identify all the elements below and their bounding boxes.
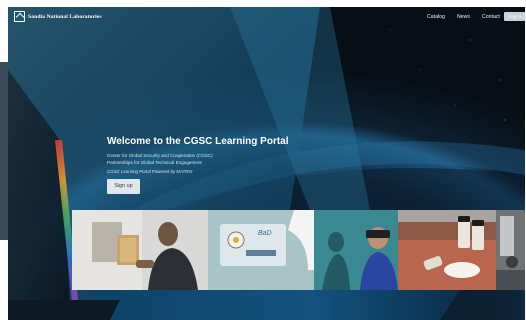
nav-contact[interactable]: Contact xyxy=(482,14,500,20)
hero-content: Welcome to the CGSC Learning Portal Cent… xyxy=(107,136,347,174)
nav-news[interactable]: News xyxy=(457,14,470,20)
hero-title: Welcome to the CGSC Learning Portal xyxy=(107,136,289,147)
top-nav-bar: Sandia National Laboratories Catalog New… xyxy=(8,7,525,27)
hero-subtitle-line2: Partnerships for Global Technical Engage… xyxy=(107,159,202,165)
researcher-lab-photo xyxy=(72,210,208,290)
page-background: Sandia National Laboratories Catalog New… xyxy=(0,0,526,320)
nav-catalog[interactable]: Catalog xyxy=(427,14,445,20)
lab-equipment-photo xyxy=(496,210,525,290)
signup-button[interactable]: Sign up xyxy=(107,179,140,194)
glovebox-sample-photo: BaD xyxy=(208,210,314,290)
vr-headset-photo xyxy=(314,210,398,290)
svg-text:BaD: BaD xyxy=(258,230,272,237)
login-button[interactable]: Log in xyxy=(504,12,525,21)
brand-logo[interactable]: Sandia National Laboratories xyxy=(14,11,102,22)
hero-powered-by: CGSC Learning Portal Powered by MATRIX xyxy=(107,169,193,174)
brand-name: Sandia National Laboratories xyxy=(28,13,102,20)
sample-vials-photo xyxy=(398,210,496,290)
thunderbird-logo-icon xyxy=(14,11,25,22)
